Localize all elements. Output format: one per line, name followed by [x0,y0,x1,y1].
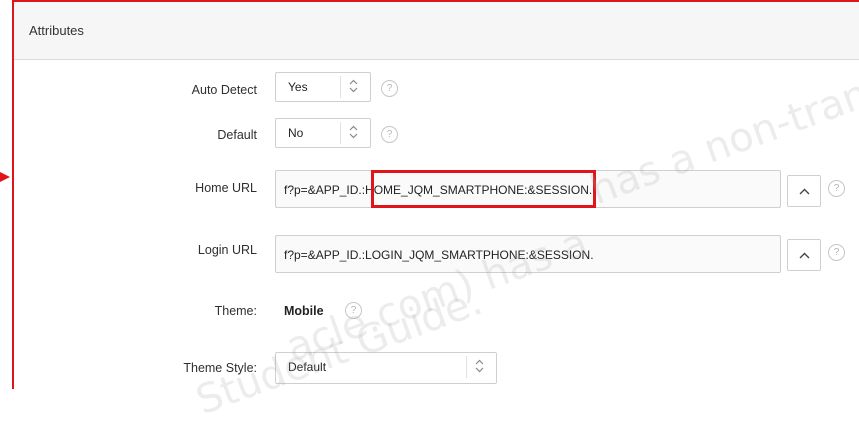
chevron-up-icon [799,188,810,195]
auto-detect-label: Auto Detect [191,83,257,97]
default-value: No [288,126,304,140]
help-icon[interactable]: ? [381,126,398,143]
help-icon[interactable]: ? [381,80,398,97]
chevron-up-down-icon[interactable] [340,122,366,144]
theme-style-value: Default [288,360,327,374]
help-icon[interactable]: ? [345,302,362,319]
panel-title: Attributes [14,2,859,60]
highlight-box [371,170,596,208]
theme-style-label: Theme Style: [183,361,257,375]
default-label: Default [217,128,257,142]
help-icon[interactable]: ? [828,244,845,261]
auto-detect-value: Yes [288,80,308,94]
chevron-up-icon [799,252,810,259]
theme-label: Theme: [214,304,257,318]
help-icon[interactable]: ? [828,180,845,197]
theme-value: Mobile [284,304,324,318]
home-url-label: Home URL [195,181,257,195]
theme-style-select[interactable]: Default [275,352,497,384]
home-url-lov-button[interactable] [787,175,821,207]
login-url-lov-button[interactable] [787,239,821,271]
login-url-input[interactable]: f?p=&APP_ID.:LOGIN_JQM_SMARTPHONE:&SESSI… [275,235,781,273]
login-url-value: f?p=&APP_ID.:LOGIN_JQM_SMARTPHONE:&SESSI… [284,248,594,262]
chevron-up-down-icon[interactable] [466,356,492,378]
auto-detect-select[interactable]: Yes [275,72,371,102]
chevron-up-down-icon[interactable] [340,76,366,98]
default-select[interactable]: No [275,118,371,148]
login-url-label: Login URL [197,243,257,257]
callout-arrow-icon [0,172,10,182]
